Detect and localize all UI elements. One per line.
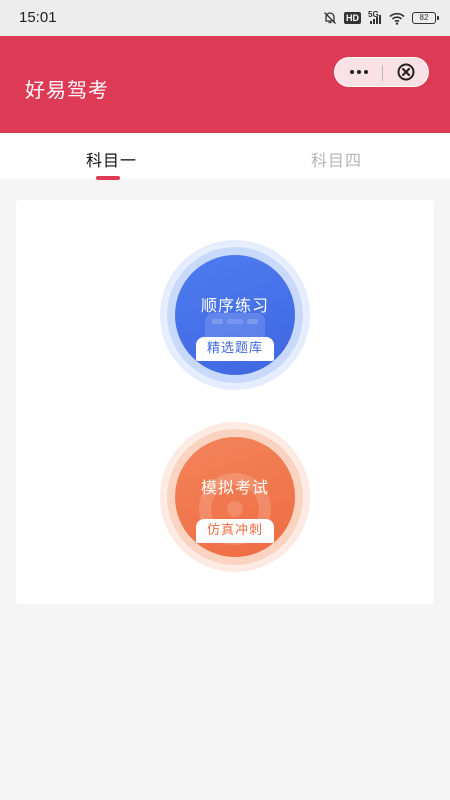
signal-icon: 5G bbox=[368, 11, 382, 25]
subject-tabs: 科目一 科目四 bbox=[0, 133, 450, 180]
battery-icon: 82 bbox=[412, 12, 439, 24]
mock-exam-button[interactable]: 模拟考试 仿真冲刺 bbox=[160, 422, 310, 572]
page-title: 好易驾考 bbox=[25, 78, 109, 102]
sequential-practice-button[interactable]: 顺序练习 精选题库 bbox=[160, 240, 310, 390]
action-title: 顺序练习 bbox=[200, 296, 269, 315]
active-tab-indicator bbox=[96, 176, 120, 180]
mute-bell-icon bbox=[324, 12, 336, 24]
action-subtitle: 精选题库 bbox=[196, 337, 274, 361]
miniprogram-capsule bbox=[334, 57, 429, 87]
wifi-icon bbox=[389, 12, 405, 25]
button-core: 顺序练习 精选题库 bbox=[175, 255, 295, 375]
action-title: 模拟考试 bbox=[200, 478, 269, 497]
more-dots-icon[interactable] bbox=[335, 58, 382, 86]
tab-subject-four[interactable]: 科目四 bbox=[311, 147, 362, 171]
button-core: 模拟考试 仿真冲刺 bbox=[175, 437, 295, 557]
action-subtitle: 仿真冲刺 bbox=[196, 519, 274, 543]
status-icons: HD 5G 82 bbox=[323, 9, 439, 27]
status-bar: 15:01 HD 5G 82 bbox=[0, 0, 450, 36]
hd-icon: HD bbox=[344, 12, 361, 24]
status-time: 15:01 bbox=[19, 9, 57, 26]
tab-subject-one[interactable]: 科目一 bbox=[86, 147, 137, 171]
app-header: 好易驾考 bbox=[0, 36, 450, 133]
practice-card: 顺序练习 精选题库 模拟考试 仿真冲刺 bbox=[16, 200, 434, 604]
close-circle-icon[interactable] bbox=[383, 58, 429, 86]
